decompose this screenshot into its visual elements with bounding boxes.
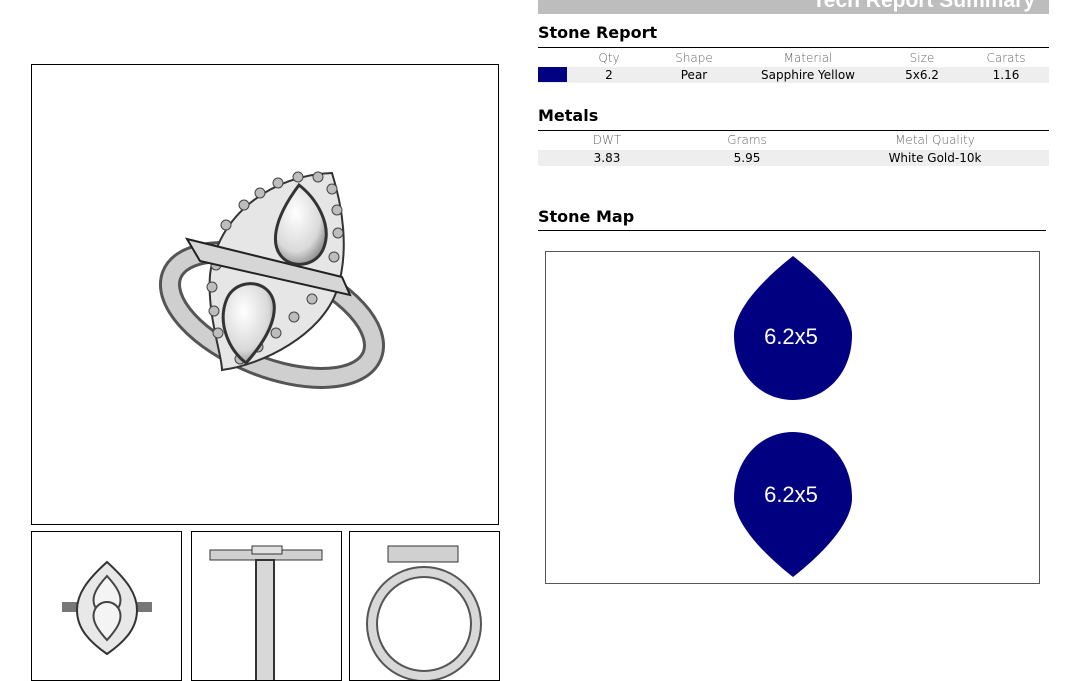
metals-title: Metals — [538, 106, 599, 125]
col-material: Material — [783, 51, 833, 65]
stone-map-pear-2: 6.2x5 — [734, 432, 852, 577]
col-carats: Carats — [986, 51, 1026, 65]
stone-map-frame: 6.2x5 6.2x5 — [545, 251, 1040, 584]
col-shape: Shape — [675, 51, 713, 65]
stone-report-title: Stone Report — [538, 23, 658, 42]
stone-map-label-1: 6.2x5 — [764, 324, 818, 349]
metal-quality: White Gold-10k — [888, 151, 982, 165]
thumbnail-front-view[interactable] — [349, 531, 500, 681]
stone-map-pear-1: 6.2x5 — [734, 256, 852, 400]
stone-map-label-2: 6.2x5 — [764, 482, 818, 507]
metal-grams: 5.95 — [733, 151, 761, 165]
col-metal-quality: Metal Quality — [895, 133, 975, 147]
main-ring-view — [31, 64, 499, 525]
stone-carats: 1.16 — [992, 68, 1020, 82]
report-banner: Tech Report Summary — [538, 0, 1049, 14]
stone-report-rule — [538, 47, 1049, 48]
col-size: Size — [909, 51, 935, 65]
ring-render-image — [158, 171, 386, 389]
stone-color-swatch — [538, 67, 567, 82]
stone-map-title: Stone Map — [538, 207, 635, 226]
metal-dwt: 3.83 — [593, 151, 621, 165]
stone-material: Sapphire Yellow — [761, 68, 855, 82]
stone-shape: Pear — [680, 68, 708, 82]
thumbnail-top-view[interactable] — [31, 531, 182, 681]
stone-size: 5x6.2 — [905, 68, 939, 82]
metals-rule — [538, 130, 1049, 131]
stone-qty: 2 — [605, 68, 613, 82]
stone-map-rule — [538, 230, 1046, 231]
col-dwt: DWT — [592, 133, 622, 147]
col-qty: Qty — [598, 51, 620, 65]
col-grams: Grams — [727, 133, 767, 147]
thumbnail-side-view[interactable] — [191, 531, 342, 681]
